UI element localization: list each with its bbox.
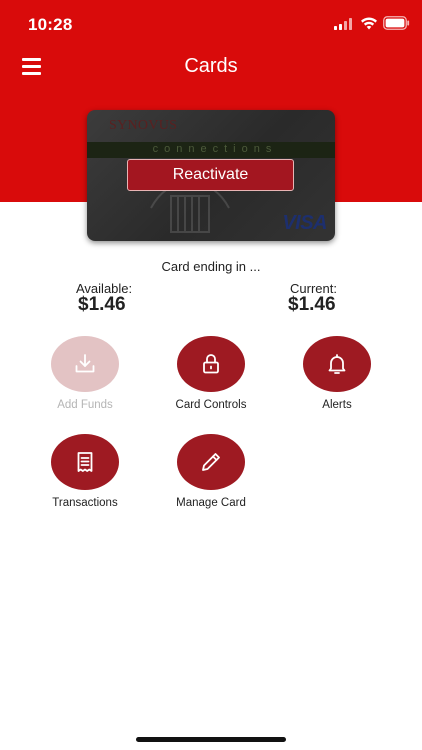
manage-card-label: Manage Card bbox=[176, 497, 246, 509]
add-funds-circle bbox=[51, 336, 119, 392]
transactions-label: Transactions bbox=[52, 497, 118, 509]
visa-logo: VISA bbox=[282, 212, 327, 234]
lock-icon bbox=[203, 354, 219, 374]
card-brand-logo: SYNOVUS bbox=[109, 118, 178, 133]
add-funds-label: Add Funds bbox=[57, 399, 113, 411]
add-funds-button[interactable]: Add Funds bbox=[25, 336, 145, 411]
reactivate-button[interactable]: Reactivate bbox=[127, 159, 294, 191]
card-ending-text: Card ending in ... bbox=[161, 259, 261, 274]
wifi-icon bbox=[361, 17, 377, 30]
receipt-icon bbox=[77, 452, 93, 472]
debit-card-image: SYNOVUS connections VISA Reactivate bbox=[87, 110, 335, 241]
card-controls-button[interactable]: Card Controls bbox=[151, 336, 271, 411]
cellular-signal-icon bbox=[334, 18, 352, 30]
manage-card-circle bbox=[177, 434, 245, 490]
transactions-circle bbox=[51, 434, 119, 490]
pencil-icon bbox=[202, 453, 220, 471]
home-indicator[interactable] bbox=[136, 737, 286, 742]
download-icon bbox=[75, 354, 95, 373]
card-controls-label: Card Controls bbox=[175, 399, 247, 411]
status-bar: 10:28 bbox=[0, 0, 422, 48]
navigation-bar: Cards bbox=[0, 48, 422, 88]
card-product-name: connections bbox=[152, 143, 278, 155]
card-controls-circle bbox=[177, 336, 245, 392]
manage-card-button[interactable]: Manage Card bbox=[151, 434, 271, 509]
status-time: 10:28 bbox=[28, 15, 73, 34]
alerts-circle bbox=[303, 336, 371, 392]
battery-icon bbox=[383, 16, 410, 30]
bell-icon bbox=[328, 354, 346, 374]
alerts-label: Alerts bbox=[322, 399, 352, 411]
current-balance-value: $1.46 bbox=[288, 294, 336, 315]
page-title: Cards bbox=[184, 55, 238, 77]
alerts-button[interactable]: Alerts bbox=[277, 336, 397, 411]
available-balance-value: $1.46 bbox=[78, 294, 126, 315]
transactions-button[interactable]: Transactions bbox=[25, 434, 145, 509]
